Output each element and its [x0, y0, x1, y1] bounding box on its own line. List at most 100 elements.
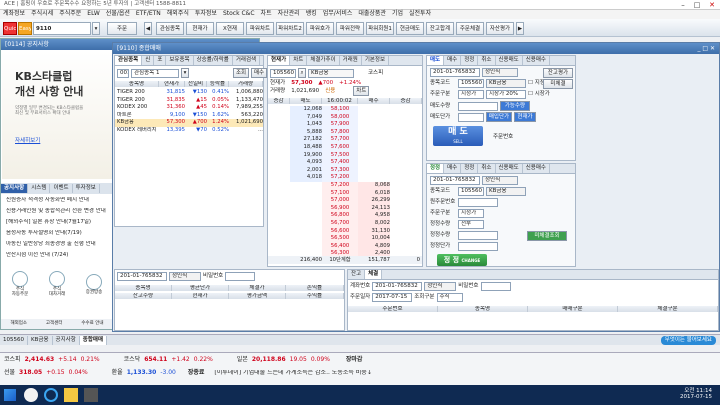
notice-item[interactable]: 아동신 일반상당 최종경영 출 진행 안내	[6, 241, 112, 252]
current-price-button[interactable]: 현재가	[514, 112, 536, 122]
check-market[interactable]: ☐ 시장가	[528, 91, 550, 97]
tab-quote[interactable]: 현재가	[268, 56, 291, 65]
bid-row[interactable]: 56,400 4,809	[268, 242, 422, 251]
tab-notice[interactable]: 공지사항	[1, 184, 29, 193]
chrome-icon[interactable]	[24, 388, 38, 402]
menu-item[interactable]: ELW	[87, 10, 100, 18]
unfilled-query-button[interactable]: 미체결조회	[527, 231, 567, 241]
menu-item[interactable]: 계좌정보	[3, 10, 25, 18]
bid-row[interactable]: 56,900 24,113	[268, 204, 422, 213]
balance-eval-button[interactable]: 잔고평가	[543, 68, 573, 78]
tab-broker[interactable]: 거래원	[340, 56, 362, 65]
modify-code-input[interactable]: 105560	[458, 187, 484, 196]
notice-item[interactable]: 신원증자 적격성 자동화면 폐지 안내	[6, 197, 112, 208]
ask-row[interactable]: 4,018 57,200	[268, 174, 422, 182]
news-ticker[interactable]: [이투데이] 기업대출 느는데 가계소득은 감소.. 노동소득 비중↓	[214, 370, 371, 377]
exec-password-input[interactable]	[480, 282, 511, 291]
footer-link[interactable]: 수수료 안내	[81, 321, 103, 326]
menu-item[interactable]: 차트	[261, 10, 272, 18]
tab-credit-sell[interactable]: 신용매도	[496, 164, 523, 173]
bid-row[interactable]: 57,200 8,068	[268, 182, 422, 190]
sell-button[interactable]: 매 도 SELL	[433, 126, 483, 146]
search-icon[interactable]: ⌕	[298, 68, 306, 78]
ask-row[interactable]: 12,068 58,100	[268, 106, 422, 114]
maximize-icon[interactable]: □	[690, 0, 704, 10]
stock-lending-shortcut[interactable]: 주식 대차거래	[42, 271, 72, 297]
window-tab[interactable]: 공지사항	[53, 335, 80, 345]
tool-button[interactable]: 파워호가	[306, 22, 334, 35]
menu-item[interactable]: 업무/서비스	[323, 10, 353, 18]
help-button[interactable]: 무엇이든 물어보세요	[660, 336, 716, 345]
tool-button[interactable]: 파워차트2	[276, 22, 304, 35]
menu-item[interactable]: Stock C&C	[223, 10, 255, 18]
easy-button[interactable]: Easy	[18, 22, 32, 35]
modify-button[interactable]: 정 정 CHANGE	[437, 254, 487, 266]
tool-button[interactable]: 현재가	[186, 22, 214, 35]
bid-row[interactable]: 56,800 4,958	[268, 212, 422, 220]
account-select[interactable]: 201-01-765832	[430, 68, 480, 77]
window-tab[interactable]: KB금융	[28, 335, 53, 345]
notice-item[interactable]: 음성자동 투자설명회 안내(7/19)	[6, 230, 112, 241]
window-controls-icon[interactable]: _ □ ✕	[697, 43, 715, 54]
ask-row[interactable]: 7,049 58,000	[268, 113, 422, 122]
tool-button[interactable]: 파워전략	[336, 22, 364, 35]
menu-item[interactable]: 주식시세	[31, 10, 53, 18]
original-order-input[interactable]	[458, 198, 498, 207]
watchlist-row[interactable]: 마트론 9,100 ▼150 1.62% 563,220	[115, 112, 263, 120]
window-tab[interactable]: 105560	[0, 335, 28, 345]
modify-account-select[interactable]: 201-01-765832	[430, 176, 480, 185]
menu-item[interactable]: ETF/ETN	[136, 10, 161, 18]
exec-date-input[interactable]: 2017-07-15	[372, 293, 413, 302]
ask-row[interactable]: 1,043 57,900	[268, 121, 422, 129]
tab-executions[interactable]: 체결	[365, 270, 383, 279]
bid-row[interactable]: 57,100 6,018	[268, 189, 422, 198]
tab-chart[interactable]: 차트	[290, 56, 308, 65]
tab-watchlist[interactable]: 관심종목	[115, 56, 143, 65]
tool-button[interactable]: 관심종목	[156, 22, 184, 35]
exec-account-select[interactable]: 201-01-765832	[372, 282, 423, 291]
tab-gainers[interactable]: 상승률/하락률	[194, 56, 233, 65]
tab-buy[interactable]: 매수	[444, 164, 462, 173]
modify-type-select[interactable]: 지정가	[458, 209, 484, 218]
modify-qtytype-select[interactable]: 전부	[458, 220, 484, 229]
bid-row[interactable]: 57,000 26,299	[268, 197, 422, 205]
tab-cancel[interactable]: 취소	[478, 56, 496, 65]
sell-type-select[interactable]: 지정가	[458, 90, 484, 99]
tool-button[interactable]: 파워차트	[246, 22, 274, 35]
group-code-input[interactable]: 001	[117, 68, 129, 78]
tab-new[interactable]: 신	[142, 56, 155, 65]
broadcast-shortcut[interactable]: 증권방송	[79, 273, 109, 295]
sell-qty-input[interactable]	[458, 101, 498, 111]
ask-row[interactable]: 18,488 57,600	[268, 143, 422, 152]
minimize-icon[interactable]: –	[676, 0, 690, 10]
tab-trend[interactable]: 체결가추이	[307, 56, 340, 65]
tab-info[interactable]: 기본정보	[362, 56, 390, 65]
notice-item[interactable]: 안산지점 이전 안내 (7/24)	[6, 252, 112, 263]
tab-modify-active[interactable]: 정정	[427, 164, 445, 173]
ask-row[interactable]: 19,900 57,500	[268, 151, 422, 160]
query-button[interactable]: 조회	[233, 68, 249, 78]
watchlist-row[interactable]: KODEX 200 31,360 ▲45 0.14% 7,989,255	[115, 104, 263, 112]
menu-item[interactable]: 자산관리	[278, 10, 300, 18]
tool-button[interactable]: 잔고합계	[426, 22, 454, 35]
ie-icon[interactable]	[44, 388, 58, 402]
footer-link[interactable]: 고객센터	[46, 321, 63, 326]
tab-invest[interactable]: 투자정보	[73, 184, 100, 193]
tool-button[interactable]: 파워회원1	[366, 22, 394, 35]
menu-item[interactable]: 투자정보	[195, 10, 217, 18]
tool-button[interactable]: 현금매도	[396, 22, 424, 35]
ask-row[interactable]: 2,001 57,300	[268, 166, 422, 175]
tab-credit-buy[interactable]: 신용매수	[523, 56, 550, 65]
tab-port[interactable]: 포	[154, 56, 167, 65]
menu-item[interactable]: 대출상품관	[358, 10, 386, 18]
dropdown-icon[interactable]: ▾	[92, 22, 100, 35]
modify-qty-input[interactable]	[458, 231, 498, 240]
modify-price-input[interactable]	[458, 242, 498, 251]
app-icon[interactable]	[84, 388, 98, 402]
menu-item[interactable]: 주식주문	[59, 10, 81, 18]
chart-button[interactable]: 차트	[353, 86, 370, 96]
menu-item[interactable]: 뱅킹	[306, 10, 317, 18]
watchlist-row-selected[interactable]: KB금융 57,300 ▲700 1.24% 1,021,690	[115, 119, 263, 127]
ask-row[interactable]: 5,888 57,800	[268, 128, 422, 137]
menu-item[interactable]: 기업	[392, 10, 403, 18]
